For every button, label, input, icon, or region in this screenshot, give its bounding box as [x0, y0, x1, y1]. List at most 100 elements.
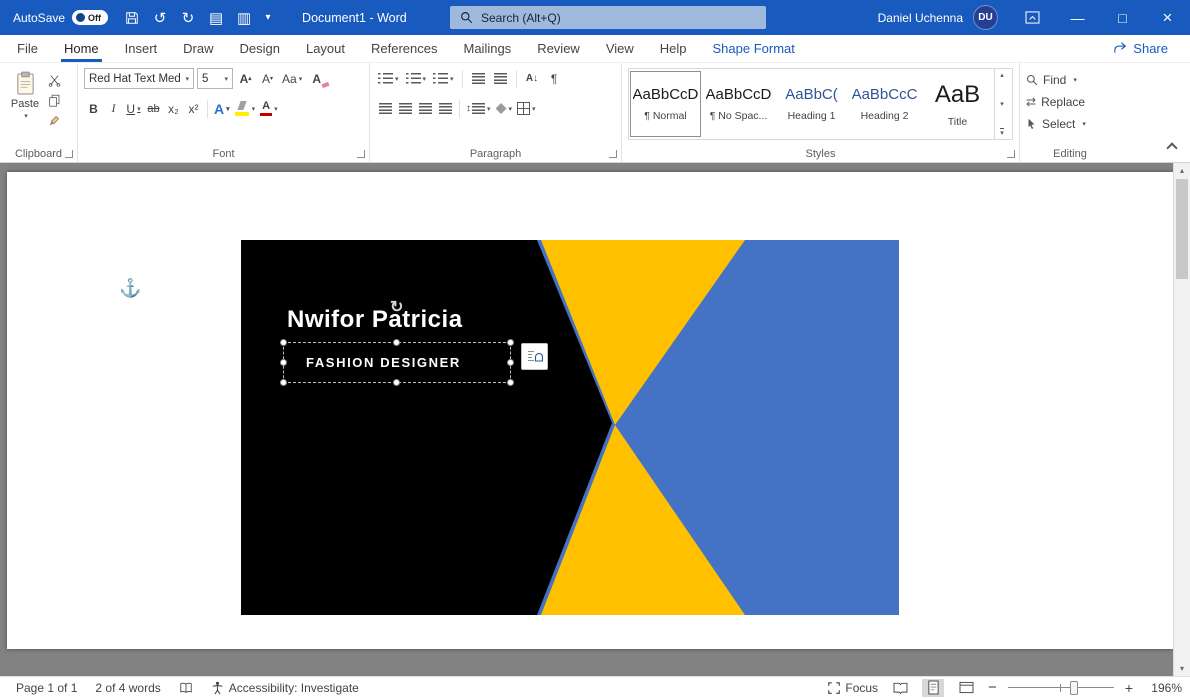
- style-normal[interactable]: AaBbCcDc ¶ Normal: [630, 71, 701, 137]
- clipboard-dialog-launcher-icon[interactable]: [65, 150, 73, 158]
- italic-button[interactable]: I: [104, 98, 123, 119]
- tab-review[interactable]: Review: [524, 35, 593, 62]
- zoom-slider-thumb[interactable]: [1070, 681, 1078, 695]
- maximize-button[interactable]: □: [1100, 0, 1145, 35]
- align-center-button[interactable]: [396, 98, 415, 119]
- print-layout-button[interactable]: [922, 679, 944, 697]
- style-heading-2[interactable]: AaBbCcC Heading 2: [849, 71, 920, 137]
- handle-top-center[interactable]: [393, 339, 400, 346]
- styles-dialog-launcher-icon[interactable]: [1007, 150, 1015, 158]
- borders-button[interactable]: [515, 98, 538, 119]
- text-effects-button[interactable]: A: [212, 98, 232, 119]
- focus-button[interactable]: Focus: [828, 681, 878, 695]
- handle-top-right[interactable]: [507, 339, 514, 346]
- tab-shape-format[interactable]: Shape Format: [700, 35, 808, 62]
- handle-bottom-center[interactable]: [393, 379, 400, 386]
- selected-text-box[interactable]: FASHION DESIGNER: [283, 342, 511, 383]
- tab-references[interactable]: References: [358, 35, 450, 62]
- zoom-in-button[interactable]: +: [1125, 680, 1133, 696]
- gallery-up-icon[interactable]: ▴: [1000, 71, 1004, 79]
- search-box[interactable]: Search (Alt+Q): [450, 6, 766, 29]
- tab-home[interactable]: Home: [51, 35, 112, 62]
- scroll-up-icon[interactable]: ▴: [1174, 166, 1190, 175]
- style-title[interactable]: AaB Title: [922, 71, 993, 137]
- change-case-button[interactable]: Aa: [280, 68, 304, 89]
- clear-formatting-button[interactable]: A: [307, 68, 326, 89]
- tab-design[interactable]: Design: [227, 35, 293, 62]
- font-name-combobox[interactable]: Red Hat Text Med: [84, 68, 194, 89]
- touch-mode-icon[interactable]: ▤: [202, 0, 230, 35]
- find-button[interactable]: Find: [1026, 69, 1114, 91]
- web-layout-button[interactable]: [955, 679, 977, 697]
- underline-button[interactable]: U: [124, 98, 143, 119]
- list-icon[interactable]: ▥: [230, 0, 258, 35]
- zoom-out-button[interactable]: −: [988, 679, 997, 696]
- minimize-button[interactable]: —: [1055, 0, 1100, 35]
- page-number-status[interactable]: Page 1 of 1: [16, 681, 77, 695]
- handle-middle-right[interactable]: [507, 359, 514, 366]
- tab-draw[interactable]: Draw: [170, 35, 226, 62]
- collapse-ribbon-icon[interactable]: [1166, 142, 1177, 153]
- decrease-indent-button[interactable]: [469, 68, 488, 89]
- customize-qat-icon[interactable]: ▾: [258, 0, 278, 35]
- word-count-status[interactable]: 2 of 4 words: [95, 681, 160, 695]
- close-button[interactable]: ×: [1145, 0, 1190, 35]
- gallery-more-icon[interactable]: ▾: [1000, 128, 1004, 137]
- subscript-button[interactable]: x₂: [164, 98, 183, 119]
- superscript-button[interactable]: x²: [184, 98, 203, 119]
- highlight-color-button[interactable]: [233, 98, 258, 119]
- save-icon[interactable]: [118, 0, 146, 35]
- business-card-shape[interactable]: Nwifor Patricia ↻ FASHION DESIGNER: [241, 240, 899, 615]
- accessibility-status[interactable]: Accessibility: Investigate: [211, 681, 359, 695]
- scrollbar-thumb[interactable]: [1176, 179, 1188, 279]
- paste-button[interactable]: Paste: [6, 68, 44, 144]
- handle-middle-left[interactable]: [280, 359, 287, 366]
- copy-icon[interactable]: [48, 94, 61, 107]
- bullets-button[interactable]: [376, 68, 401, 89]
- handle-top-left[interactable]: [280, 339, 287, 346]
- shrink-font-button[interactable]: A: [258, 68, 277, 89]
- avatar[interactable]: DU: [973, 5, 998, 30]
- sort-button[interactable]: A↓: [523, 68, 542, 89]
- vertical-scrollbar[interactable]: ▴ ▾: [1173, 163, 1190, 676]
- style-no-spacing[interactable]: AaBbCcDc ¶ No Spac...: [703, 71, 774, 137]
- gallery-down-icon[interactable]: ▾: [1000, 100, 1004, 108]
- font-color-button[interactable]: A: [258, 98, 280, 119]
- tab-insert[interactable]: Insert: [112, 35, 171, 62]
- tab-file[interactable]: File: [4, 35, 51, 62]
- autosave-toggle[interactable]: Off: [72, 10, 108, 25]
- numbering-button[interactable]: [404, 68, 429, 89]
- card-name-text[interactable]: Nwifor Patricia: [287, 306, 463, 334]
- shading-button[interactable]: [494, 98, 515, 119]
- multilevel-list-button[interactable]: [431, 68, 456, 89]
- select-button[interactable]: Select: [1026, 113, 1114, 135]
- card-role-text[interactable]: FASHION DESIGNER: [306, 343, 461, 383]
- redo-icon[interactable]: ↻: [174, 0, 202, 35]
- read-mode-button[interactable]: [889, 679, 911, 697]
- format-painter-icon[interactable]: [48, 114, 61, 127]
- zoom-level[interactable]: 196%: [1144, 681, 1182, 695]
- handle-bottom-right[interactable]: [507, 379, 514, 386]
- tab-layout[interactable]: Layout: [293, 35, 358, 62]
- scroll-down-icon[interactable]: ▾: [1174, 664, 1190, 673]
- font-dialog-launcher-icon[interactable]: [357, 150, 365, 158]
- style-heading-1[interactable]: AaBbC( Heading 1: [776, 71, 847, 137]
- justify-button[interactable]: [436, 98, 455, 119]
- align-right-button[interactable]: [416, 98, 435, 119]
- replace-button[interactable]: ⇄ Replace: [1026, 91, 1114, 113]
- show-paragraph-marks-button[interactable]: ¶: [545, 68, 564, 89]
- handle-bottom-left[interactable]: [280, 379, 287, 386]
- font-size-combobox[interactable]: 5: [197, 68, 233, 89]
- strikethrough-button[interactable]: ab: [144, 98, 163, 119]
- rotate-handle-icon[interactable]: ↻: [390, 297, 403, 317]
- tab-view[interactable]: View: [593, 35, 647, 62]
- zoom-slider[interactable]: [1008, 681, 1114, 695]
- undo-icon[interactable]: ↺: [146, 0, 174, 35]
- ribbon-display-options-icon[interactable]: [1010, 0, 1055, 35]
- bold-button[interactable]: B: [84, 98, 103, 119]
- tab-mailings[interactable]: Mailings: [451, 35, 525, 62]
- increase-indent-button[interactable]: [491, 68, 510, 89]
- tab-help[interactable]: Help: [647, 35, 700, 62]
- cut-icon[interactable]: [48, 74, 61, 87]
- proofing-icon[interactable]: [179, 681, 193, 694]
